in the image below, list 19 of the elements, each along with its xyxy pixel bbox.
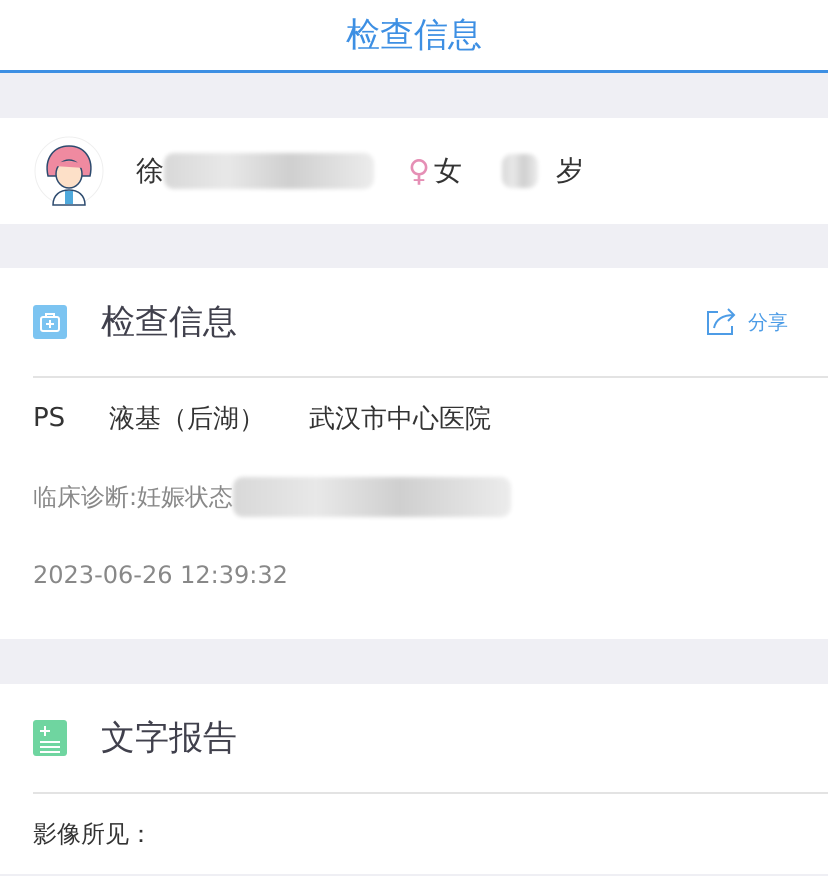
modality: PS	[33, 403, 66, 433]
age-unit: 岁	[556, 153, 584, 189]
medical-kit-icon	[33, 305, 67, 339]
department: 液基（后湖）	[109, 402, 266, 436]
redaction-blur	[502, 154, 538, 188]
page-title: 检查信息	[346, 14, 482, 57]
hospital-name: 武汉市中心医院	[309, 402, 492, 436]
report-icon	[33, 720, 67, 756]
patient-name: 徐	[136, 153, 164, 189]
share-button[interactable]: 分享	[706, 308, 788, 336]
section-title: 检查信息	[101, 301, 237, 344]
exam-time: 2023-06-26 12:39:32	[33, 561, 288, 589]
section-title: 文字报告	[101, 717, 237, 760]
female-symbol: ♀	[408, 154, 430, 188]
avatar-icon	[34, 136, 104, 206]
findings-label: 影像所见：	[33, 819, 153, 850]
patient-gender: 女	[434, 153, 462, 189]
share-icon	[706, 308, 738, 336]
clinical-diagnosis: 临床诊断:妊娠状态	[33, 482, 234, 513]
